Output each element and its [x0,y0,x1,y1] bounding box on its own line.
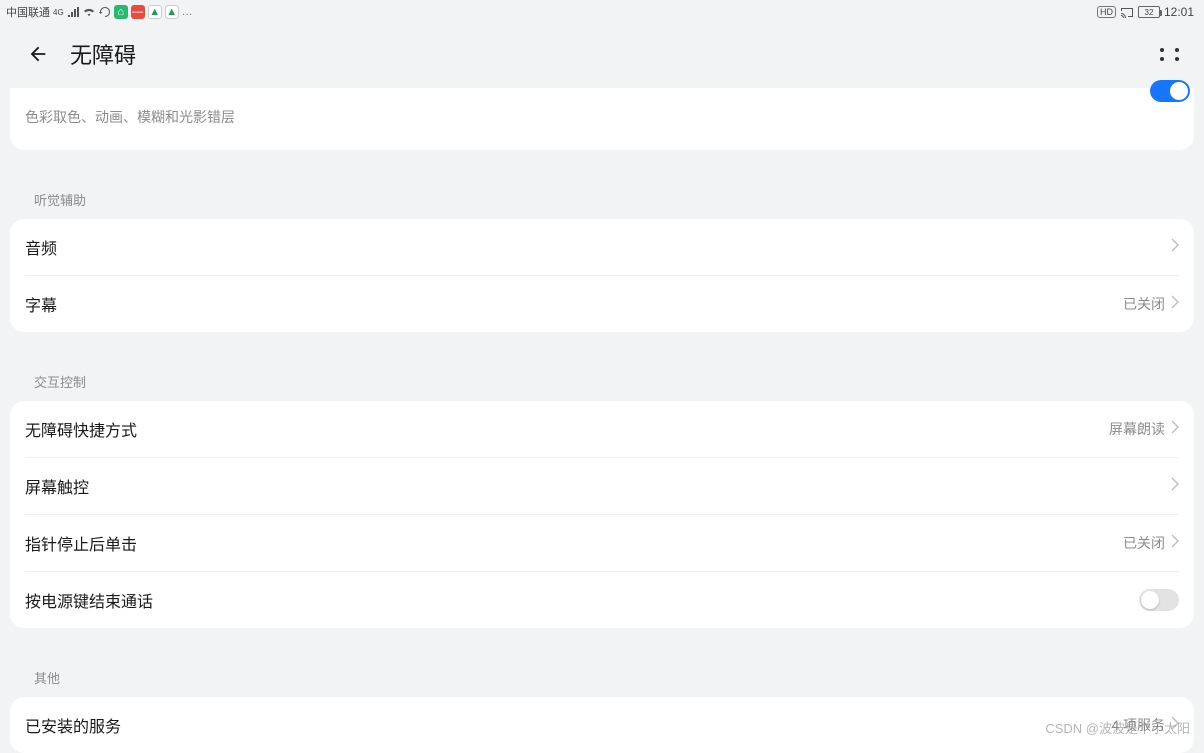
status-left: 中国联通 4G ⌂ — ▲ ▲ … [6,4,193,20]
row-power-end-call[interactable]: 按电源键结束通话 [25,571,1179,628]
toggle-power-end-call[interactable] [1139,589,1179,611]
chevron-right-icon [1171,238,1179,257]
row-label: 指针停止后单击 [25,531,1123,555]
row-installed-services[interactable]: 已安装的服务 4 项服务 [10,697,1194,753]
row-label: 按电源键结束通话 [25,588,1139,612]
row-accessibility-shortcut[interactable]: 无障碍快捷方式 屏幕朗读 [10,401,1194,457]
sync-icon [99,6,111,18]
battery-icon: 32 [1138,6,1160,18]
status-right: HD 32 12:01 [1097,5,1194,19]
row-label: 色彩取色、动画、模糊和光影错层 [25,107,1179,127]
cast-icon [1120,7,1134,18]
row-label: 已安装的服务 [25,713,1111,737]
hearing-card: 音频 字幕 已关闭 [10,219,1194,332]
watermark: CSDN @波波是个小太阳 [1045,718,1190,737]
interaction-card: 无障碍快捷方式 屏幕朗读 屏幕触控 指针停止后单击 已关闭 按电源键结束通话 [10,401,1194,628]
network-4g-icon: 4G [53,8,64,17]
row-dwell-click[interactable]: 指针停止后单击 已关闭 [25,514,1179,571]
chevron-right-icon [1171,295,1179,314]
chevron-right-icon [1171,420,1179,439]
chevron-right-icon [1171,477,1179,496]
page-header: 无障碍 [0,24,1204,88]
clock-label: 12:01 [1164,5,1194,19]
wifi-icon [82,7,96,17]
section-other-header: 其他 [10,640,1194,697]
back-button[interactable] [24,40,52,68]
row-label: 音频 [25,235,1171,259]
row-screen-touch[interactable]: 屏幕触控 [25,457,1179,514]
app-badge-2: — [131,5,145,19]
section-interaction-header: 交互控制 [10,344,1194,401]
visual-card-partial: 色彩取色、动画、模糊和光影错层 [10,88,1194,150]
status-bar: 中国联通 4G ⌂ — ▲ ▲ … HD 32 12:01 [0,0,1204,24]
row-label: 屏幕触控 [25,474,1171,498]
row-subtitle[interactable]: 字幕 已关闭 [25,275,1179,332]
carrier-label: 中国联通 [6,4,50,20]
signal-icon [67,7,79,17]
row-label: 字幕 [25,292,1123,316]
app-badge-3: ▲ [148,5,162,19]
page-title: 无障碍 [70,38,1160,70]
row-value: 屏幕朗读 [1109,419,1165,439]
row-color-animation[interactable]: 色彩取色、动画、模糊和光影错层 [10,90,1194,146]
row-value: 已关闭 [1123,294,1165,314]
app-badge-4: ▲ [165,5,179,19]
app-badge-1: ⌂ [114,5,128,19]
hd-icon: HD [1097,6,1116,18]
toggle-color-animation[interactable] [1150,80,1190,102]
row-label: 无障碍快捷方式 [25,417,1109,441]
section-hearing-header: 听觉辅助 [10,162,1194,219]
status-more-icon: … [182,6,193,18]
row-audio[interactable]: 音频 [10,219,1194,275]
chevron-right-icon [1171,534,1179,553]
other-card: 已安装的服务 4 项服务 [10,697,1194,753]
more-button[interactable] [1160,48,1184,61]
row-value: 已关闭 [1123,533,1165,553]
